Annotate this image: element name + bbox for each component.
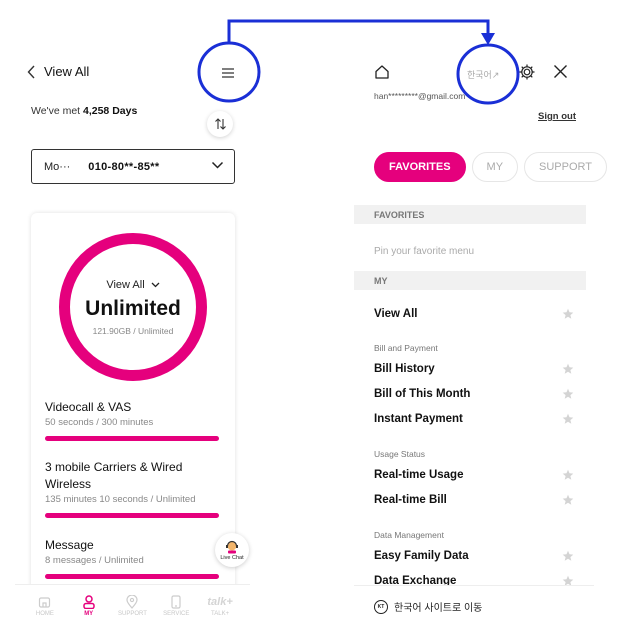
menu-item-realtime-usage[interactable]: Real-time Usage (374, 469, 574, 481)
nav-label: MY (84, 610, 94, 617)
menu-item-label: Instant Payment (374, 413, 463, 425)
menu-item-view-all[interactable]: View All (374, 308, 574, 320)
group-label: Data Management (374, 530, 444, 540)
menu-item-instant-payment[interactable]: Instant Payment (374, 413, 574, 425)
tab-favorites[interactable]: FAVORITES (374, 152, 466, 182)
star-icon[interactable] (562, 308, 574, 320)
hamburger-menu-button[interactable] (219, 64, 237, 82)
swap-arrows-icon (214, 118, 226, 130)
menu-tabs: FAVORITES MY SUPPORT (374, 152, 608, 182)
tab-support[interactable]: SUPPORT (524, 152, 608, 182)
star-icon[interactable] (562, 363, 574, 375)
star-icon[interactable] (562, 388, 574, 400)
menu-item-label: Real-time Bill (374, 494, 447, 506)
data-detail: 121.90GB / Unlimited (92, 325, 174, 336)
person-icon (82, 594, 95, 609)
menu-item-family-data[interactable]: Easy Family Data (374, 550, 574, 562)
menu-item-label: View All (374, 308, 418, 320)
menu-item-bill-this-month[interactable]: Bill of This Month (374, 388, 574, 400)
favorites-section-header: FAVORITES (354, 205, 586, 224)
nav-label: TALK+ (211, 610, 230, 617)
phone-line-dropdown[interactable]: Mo··· 010-80**-85** (31, 149, 235, 184)
line-number: 010-80**-85** (88, 160, 160, 173)
talk-logo-icon: talk+ (207, 595, 233, 608)
sign-out-link[interactable]: Sign out (538, 111, 576, 122)
usage-bar (45, 513, 219, 518)
hamburger-icon (222, 68, 234, 78)
usage-detail: 50 seconds / 300 minutes (45, 417, 154, 428)
star-icon[interactable] (562, 469, 574, 481)
usage-title: Message (45, 538, 94, 552)
phone-icon (171, 594, 181, 609)
page-title: View All (44, 64, 90, 79)
menu-item-label: Bill of This Month (374, 388, 471, 400)
nav-label: SUPPORT (118, 610, 147, 617)
menu-item-label: Real-time Usage (374, 469, 464, 481)
nav-home[interactable]: HOME (25, 595, 65, 617)
menu-item-label: Easy Family Data (374, 550, 469, 562)
usage-item: 3 mobile Carriers & Wired Wireless 135 m… (45, 459, 219, 518)
star-icon[interactable] (562, 550, 574, 562)
star-icon[interactable] (562, 413, 574, 425)
usage-item: Message 8 messages / Unlimited (45, 537, 219, 579)
chevron-down-icon (151, 282, 160, 287)
data-usage-ring: View All Unlimited 121.90GB / Unlimited (59, 233, 207, 381)
tab-my[interactable]: MY (471, 152, 519, 182)
nav-label: SERVICE (163, 610, 190, 617)
close-icon[interactable] (553, 64, 568, 79)
nav-my[interactable]: MY (69, 594, 109, 617)
home-icon[interactable] (374, 64, 390, 80)
usage-title: Videocall & VAS (45, 400, 132, 414)
star-icon[interactable] (562, 494, 574, 506)
usage-detail: 8 messages / Unlimited (45, 555, 144, 566)
gear-icon[interactable] (518, 63, 536, 81)
korean-site-label: 한국어 사이트로 이동 (394, 603, 483, 614)
korean-site-link[interactable]: KT 한국어 사이트로 이동 (354, 585, 594, 626)
pin-favorite-hint: Pin your favorite menu (374, 246, 475, 257)
menu-item-bill-history[interactable]: Bill History (374, 363, 574, 375)
group-label: Bill and Payment (374, 343, 438, 353)
met-prefix: We've met (31, 105, 81, 117)
nav-service[interactable]: SERVICE (156, 594, 196, 617)
usage-screen: View All We've met 4,258 Days Mo··· 010-… (15, 40, 250, 626)
group-label: Usage Status (374, 449, 426, 459)
live-chat-label: Live Chat (220, 554, 244, 561)
usage-bar (45, 436, 219, 441)
days-together-text: We've met 4,258 Days (31, 105, 137, 117)
kt-logo: KT (374, 599, 388, 614)
back-button[interactable]: View All (27, 64, 89, 79)
menu-item-realtime-bill[interactable]: Real-time Bill (374, 494, 574, 506)
nav-label: HOME (35, 610, 54, 617)
live-chat-button[interactable]: Live Chat (215, 533, 249, 567)
my-section-header: MY (354, 271, 586, 290)
chevron-left-icon (27, 65, 35, 78)
korean-language-link[interactable]: 한국어↗ (467, 68, 499, 81)
usage-title: 3 mobile Carriers & Wired Wireless (45, 460, 183, 491)
usage-item: Videocall & VAS 50 seconds / 300 minutes (45, 399, 219, 441)
nav-talk[interactable]: talk+ TALK+ (200, 595, 240, 617)
chevron-down-icon (211, 161, 224, 169)
home-icon (39, 597, 51, 608)
account-email: han*********@gmail.com (374, 91, 466, 101)
data-amount: Unlimited (85, 296, 181, 320)
chat-agent-icon (226, 540, 238, 553)
swap-order-button[interactable] (207, 111, 233, 137)
line-type: Mo··· (44, 160, 71, 173)
location-pin-icon (126, 594, 139, 609)
nav-support[interactable]: SUPPORT (112, 594, 152, 617)
usage-bar (45, 574, 219, 579)
bottom-navigation: HOME MY SUPPORT SERVICE talk+ TALK+ (15, 584, 250, 626)
met-days: 4,258 Days (83, 105, 138, 117)
menu-drawer: 한국어↗ han*********@gmail.com Sign out FAV… (354, 40, 608, 626)
menu-item-label: Bill History (374, 363, 435, 375)
usage-detail: 135 minutes 10 seconds / Unlimited (45, 494, 196, 505)
view-all-label: View All (106, 278, 145, 291)
usage-card: View All Unlimited 121.90GB / Unlimited … (31, 213, 235, 593)
view-all-toggle[interactable]: View All (106, 278, 160, 291)
